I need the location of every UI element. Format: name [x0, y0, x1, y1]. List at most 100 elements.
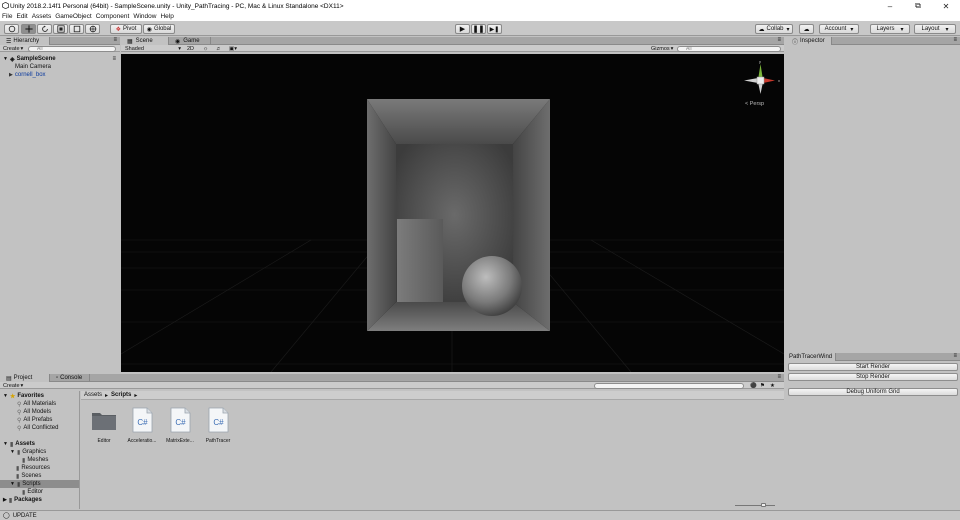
menu-assets[interactable]: Assets — [32, 13, 52, 20]
debug-uniform-grid-button[interactable]: Debug Uniform Grid — [788, 388, 958, 396]
hierarchy-create-button[interactable]: Create ▾ — [3, 45, 23, 52]
scene-viewport[interactable]: y x < Persp — [121, 54, 784, 372]
panel-menu-icon[interactable]: ≡ — [113, 37, 117, 43]
tab-project[interactable]: ▤ Project — [0, 374, 50, 382]
hierarchy-item-cornell-box[interactable]: ▶ cornell_box — [9, 71, 46, 79]
console-icon: ▫ — [56, 375, 59, 381]
menu-file[interactable]: File — [2, 13, 12, 20]
pivot-toggle[interactable]: ❖ Pivot — [110, 24, 142, 34]
tree-item-meshes[interactable]: ▮ Meshes — [22, 456, 48, 464]
asset-item-editor-folder[interactable]: Editor — [88, 407, 120, 444]
projection-label[interactable]: < Persp — [745, 101, 764, 107]
scene-panel-header: ▦ Scene ◉ Game ≡ Shaded ▾ 2D ☼ ♬ ▣ ▾ Gizm… — [121, 37, 784, 54]
main-toolbar: ❖ Pivot ◉ Global ▶ ❚❚ ▶❚ ☁ Collab ▾ ☁ Ac… — [0, 21, 960, 36]
tree-item-scenes[interactable]: ▮ Scenes — [16, 472, 41, 480]
favorites-item-all-conflicted[interactable]: ⚲ All Conflicted — [17, 424, 58, 432]
packages-label: Packages — [14, 497, 42, 503]
menu-gameobject[interactable]: GameObject — [55, 13, 92, 20]
hierarchy-item-main-camera[interactable]: Main Camera — [15, 63, 51, 71]
rotate-tool-button[interactable] — [37, 24, 52, 34]
folder-tab-icon: ▤ — [6, 375, 12, 382]
lighting-toggle[interactable]: ☼ — [203, 45, 208, 52]
breadcrumb-separator-icon: ▸ — [105, 392, 109, 399]
mode-2d-label: 2D — [187, 45, 195, 52]
layout-dropdown[interactable]: Layout ▾ — [914, 24, 956, 34]
close-icon[interactable]: ✕ — [932, 0, 960, 12]
tab-console[interactable]: ▫ Console — [50, 374, 90, 382]
search-icon: ⚲ — [17, 417, 22, 424]
play-button[interactable]: ▶ — [455, 24, 470, 34]
tree-item-editor[interactable]: ▮ Editor — [22, 488, 43, 496]
favorite-star-icon[interactable]: ★ — [770, 382, 775, 389]
pause-icon: ❚❚ — [472, 26, 485, 33]
asset-item-pathtracer-script[interactable]: C# PathTracer — [202, 407, 234, 444]
audio-toggle[interactable]: ♬ — [216, 45, 222, 52]
start-render-button[interactable]: Start Render — [788, 363, 958, 371]
scale-tool-button[interactable] — [53, 24, 68, 34]
collab-dropdown[interactable]: ☁ Collab ▾ — [755, 24, 793, 34]
hand-tool-button[interactable] — [4, 24, 19, 34]
hierarchy-search-input[interactable]: All — [28, 45, 116, 52]
asset-name: Acceleratio... — [127, 438, 157, 444]
tree-item-scripts[interactable]: ▼ ▮ Scripts — [0, 480, 79, 488]
tab-game[interactable]: ◉ Game — [169, 37, 211, 45]
panel-menu-icon[interactable]: ≡ — [953, 353, 957, 359]
rect-tool-button[interactable] — [69, 24, 84, 34]
favorites-item-all-materials[interactable]: ⚲ All Materials — [17, 400, 56, 408]
game-tab-label: Game — [183, 38, 200, 44]
tree-item-resources[interactable]: ▮ Resources — [16, 464, 50, 472]
mode-2d-toggle[interactable]: 2D — [187, 45, 194, 52]
menu-edit[interactable]: Edit — [16, 13, 27, 20]
project-search-input[interactable] — [594, 382, 744, 389]
scene-search-input[interactable]: All — [677, 45, 781, 52]
project-create-button[interactable]: Create ▾ — [3, 382, 23, 389]
cloud-button[interactable]: ☁ — [799, 24, 814, 34]
filter-type-icon[interactable]: ⚫ — [750, 382, 757, 389]
pause-button[interactable]: ❚❚ — [471, 24, 486, 34]
panel-menu-icon[interactable]: ≡ — [777, 374, 781, 380]
tab-hierarchy[interactable]: ☰ Hierarchy — [0, 37, 50, 45]
step-button[interactable]: ▶❚ — [487, 24, 502, 34]
play-icon: ▶ — [459, 26, 466, 33]
favorites-row[interactable]: ▼ ★ Favorites — [3, 392, 44, 400]
tab-scene[interactable]: ▦ Scene — [121, 37, 169, 45]
shading-mode-dropdown[interactable]: Shaded ▾ — [125, 45, 183, 52]
tree-item-graphics[interactable]: ▼ ▮ Graphics — [10, 448, 46, 456]
menu-window[interactable]: Window — [133, 13, 156, 20]
menu-help[interactable]: Help — [160, 13, 173, 20]
favorites-item-all-prefabs[interactable]: ⚲ All Prefabs — [17, 416, 52, 424]
asset-item-acceleration-script[interactable]: C# Acceleratio... — [126, 407, 158, 444]
scene-name: SampleScene — [16, 56, 56, 62]
slider-thumb[interactable] — [761, 503, 766, 507]
expand-arrow-icon: ▼ — [3, 441, 8, 447]
global-toggle[interactable]: ◉ Global — [143, 24, 175, 34]
panel-menu-icon[interactable]: ≡ — [953, 37, 957, 43]
folder-icon: ▮ — [22, 457, 26, 464]
asset-item-matrix-extensions-script[interactable]: C# MatrixExte... — [164, 407, 196, 444]
tab-pathtracer-window[interactable]: PathTracerWind — [786, 353, 836, 361]
icon-size-slider[interactable] — [735, 503, 775, 507]
breadcrumb-current[interactable]: Scripts — [111, 392, 131, 398]
orientation-gizmo-icon[interactable]: y x — [741, 60, 781, 104]
transform-tool-button[interactable] — [85, 24, 100, 34]
move-tool-button[interactable] — [21, 24, 36, 34]
account-dropdown[interactable]: Account ▾ — [819, 24, 859, 34]
breadcrumb-root[interactable]: Assets — [84, 392, 102, 398]
gizmos-dropdown[interactable]: Gizmos ▾ — [651, 45, 673, 52]
step-icon: ▶❚ — [489, 26, 500, 33]
menu-component[interactable]: Component — [96, 13, 130, 20]
packages-row[interactable]: ▶ ▮ Packages — [3, 496, 42, 504]
minimize-icon[interactable]: – — [876, 0, 904, 12]
breadcrumb: Assets ▸ Scripts ▸ — [81, 391, 784, 400]
favorites-item-all-models[interactable]: ⚲ All Models — [17, 408, 51, 416]
effects-dropdown[interactable]: ▣ ▾ — [229, 45, 237, 52]
assets-root-row[interactable]: ▼ ▮ Assets — [3, 440, 35, 448]
stop-render-button[interactable]: Stop Render — [788, 373, 958, 381]
scene-root-row[interactable]: ▼ ◈ SampleScene ≡ — [3, 55, 118, 63]
layers-dropdown[interactable]: Layers ▾ — [870, 24, 910, 34]
scene-menu-icon[interactable]: ≡ — [112, 56, 116, 62]
tab-inspector[interactable]: ⓘ Inspector — [786, 37, 832, 46]
restore-icon[interactable]: ⧉ — [904, 0, 932, 12]
filter-label-icon[interactable]: ⚑ — [760, 382, 765, 389]
panel-menu-icon[interactable]: ≡ — [777, 37, 781, 43]
